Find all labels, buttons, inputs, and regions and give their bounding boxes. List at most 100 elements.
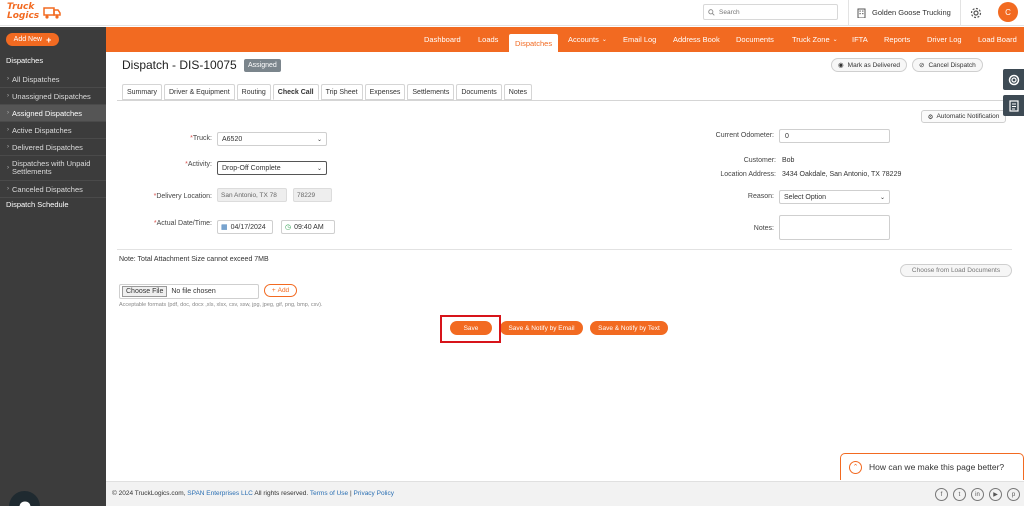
sidebar-item-unpaid-settlements[interactable]: › Dispatches with Unpaid Settlements: [0, 156, 106, 181]
tab-divider: [117, 100, 1012, 101]
span-enterprises-link[interactable]: SPAN Enterprises LLC: [187, 490, 253, 497]
plus-icon: +: [271, 287, 276, 294]
clock-icon: ◷: [285, 224, 292, 231]
page-title: Dispatch - DIS-10075: [122, 58, 237, 72]
nav-email-log[interactable]: Email Log: [623, 27, 656, 52]
customer-label: Customer:: [743, 157, 776, 164]
youtube-icon[interactable]: ▶: [989, 488, 1002, 501]
nav-load-board[interactable]: Load Board: [978, 27, 1017, 52]
notes-textarea[interactable]: [779, 215, 890, 240]
add-attachment-button[interactable]: + Add: [264, 284, 297, 297]
privacy-link[interactable]: Privacy Policy: [354, 490, 394, 497]
settings-button[interactable]: [960, 0, 990, 25]
sidebar-item-delivered-dispatches[interactable]: › Delivered Dispatches: [0, 139, 106, 156]
gear-icon: ⚙: [927, 113, 934, 121]
checklist-float-button[interactable]: [1003, 95, 1024, 116]
tab-driver-equipment[interactable]: Driver & Equipment: [163, 84, 235, 100]
plus-icon: +: [46, 34, 52, 45]
user-avatar[interactable]: C: [998, 2, 1018, 22]
add-new-button[interactable]: Add New +: [6, 33, 59, 46]
mark-as-delivered-button[interactable]: ◉ Mark as Delivered: [831, 58, 908, 72]
sidebar-item-active-dispatches[interactable]: › Active Dispatches: [0, 122, 106, 139]
twitter-icon[interactable]: t: [953, 488, 966, 501]
odometer-input[interactable]: 0: [779, 129, 890, 143]
choose-from-load-documents-button[interactable]: Choose from Load Documents: [900, 264, 1012, 277]
location-address-label: Location Address:: [720, 171, 776, 178]
file-input[interactable]: Choose File No file chosen: [119, 284, 259, 299]
calendar-icon: ▦: [221, 224, 228, 231]
sidebar-section-dispatches[interactable]: Dispatches: [6, 56, 43, 65]
top-bar: Truck Logics Golden Goose Trucking C: [0, 0, 1024, 26]
feedback-widget[interactable]: ⌃ How can we make this page better?: [840, 453, 1024, 480]
time-input[interactable]: ◷ 09:40 AM: [281, 220, 335, 234]
truck-logo-icon: [43, 7, 61, 19]
chevron-up-icon: ⌃: [849, 460, 862, 474]
chevron-right-icon: ›: [7, 110, 9, 116]
main-nav: Dashboard Loads Dispatches Accounts ⌄ Ema…: [106, 27, 1024, 52]
save-notify-text-button[interactable]: Save & Notify by Text: [590, 321, 668, 335]
search-input[interactable]: [719, 8, 829, 16]
chevron-right-icon: ›: [7, 144, 9, 150]
reason-select[interactable]: Select Option ⌄: [779, 190, 890, 204]
nav-dispatches[interactable]: Dispatches: [509, 34, 559, 52]
tab-documents[interactable]: Documents: [456, 84, 502, 100]
chevron-right-icon: ›: [7, 186, 9, 192]
nav-truck-zone[interactable]: Truck Zone ⌄: [792, 27, 838, 52]
activity-select[interactable]: Drop-Off Complete ⌄: [217, 161, 327, 175]
pinterest-icon[interactable]: p: [1007, 488, 1020, 501]
cancel-dispatch-button[interactable]: ⊘ Cancel Dispatch: [912, 58, 983, 72]
file-status: No file chosen: [171, 288, 216, 295]
cancel-circle-icon: ⊘: [919, 62, 925, 69]
actual-datetime-label: *Actual Date/Time:: [153, 220, 212, 227]
automatic-notification-button[interactable]: ⚙ Automatic Notification: [921, 110, 1006, 123]
customer-value: Bob: [782, 157, 795, 164]
building-icon: [857, 8, 866, 18]
chat-bubble-icon: [19, 501, 30, 506]
odometer-label: Current Odometer:: [715, 132, 774, 139]
tab-trip-sheet[interactable]: Trip Sheet: [320, 84, 363, 100]
sidebar-item-dispatch-schedule[interactable]: Dispatch Schedule: [6, 200, 69, 209]
sidebar-item-unassigned-dispatches[interactable]: › Unassigned Dispatches: [0, 88, 106, 105]
tab-summary[interactable]: Summary: [122, 84, 162, 100]
truck-label: *Truck:: [190, 135, 212, 142]
chevron-down-icon: ⌄: [832, 37, 838, 43]
nav-loads[interactable]: Loads: [478, 27, 498, 52]
chevron-down-icon: ⌄: [601, 37, 607, 43]
nav-ifta[interactable]: IFTA: [852, 27, 868, 52]
section-divider: [117, 249, 1012, 250]
sidebar-item-all-dispatches[interactable]: › All Dispatches: [0, 71, 106, 88]
acceptable-formats-text: Acceptable formats (pdf, doc, docx ,xls,…: [119, 302, 323, 308]
tab-notes[interactable]: Notes: [503, 84, 533, 100]
sidebar: Add New + Dispatches › All Dispatches › Una…: [0, 27, 106, 506]
sidebar-item-canceled-dispatches[interactable]: › Canceled Dispatches: [0, 181, 106, 198]
trucklogics-logo[interactable]: Truck Logics: [5, 2, 61, 25]
save-notify-email-button[interactable]: Save & Notify by Email: [500, 321, 583, 335]
nav-documents[interactable]: Documents: [736, 27, 774, 52]
footer-text: © 2024 TruckLogics.com, SPAN Enterprises…: [112, 490, 394, 497]
tab-settlements[interactable]: Settlements: [407, 84, 455, 100]
chat-button[interactable]: [9, 491, 40, 506]
nav-accounts[interactable]: Accounts ⌄: [568, 27, 607, 52]
tab-check-call[interactable]: Check Call: [272, 84, 319, 100]
company-switcher[interactable]: Golden Goose Trucking: [848, 0, 958, 25]
gear-icon: [970, 7, 981, 18]
nav-driver-log[interactable]: Driver Log: [927, 27, 962, 52]
facebook-icon[interactable]: f: [935, 488, 948, 501]
choose-file-button[interactable]: Choose File: [122, 286, 168, 297]
checklist-icon: [1008, 99, 1019, 112]
support-float-button[interactable]: [1003, 69, 1024, 90]
truck-select[interactable]: A6520 ⌄: [217, 132, 327, 146]
terms-link[interactable]: Terms of Use: [310, 490, 348, 497]
linkedin-icon[interactable]: in: [971, 488, 984, 501]
tab-expenses[interactable]: Expenses: [364, 84, 406, 100]
footer: © 2024 TruckLogics.com, SPAN Enterprises…: [106, 481, 1024, 506]
sidebar-item-assigned-dispatches[interactable]: › Assigned Dispatches: [0, 105, 106, 122]
sidebar-list: › All Dispatches › Unassigned Dispatches ›…: [0, 71, 106, 198]
nav-reports[interactable]: Reports: [884, 27, 910, 52]
nav-address-book[interactable]: Address Book: [673, 27, 720, 52]
global-search[interactable]: [703, 4, 838, 20]
nav-dashboard[interactable]: Dashboard: [424, 27, 461, 52]
tab-routing[interactable]: Routing: [236, 84, 271, 100]
chevron-down-icon: ⌄: [316, 136, 322, 143]
date-input[interactable]: ▦ 04/17/2024: [217, 220, 273, 234]
